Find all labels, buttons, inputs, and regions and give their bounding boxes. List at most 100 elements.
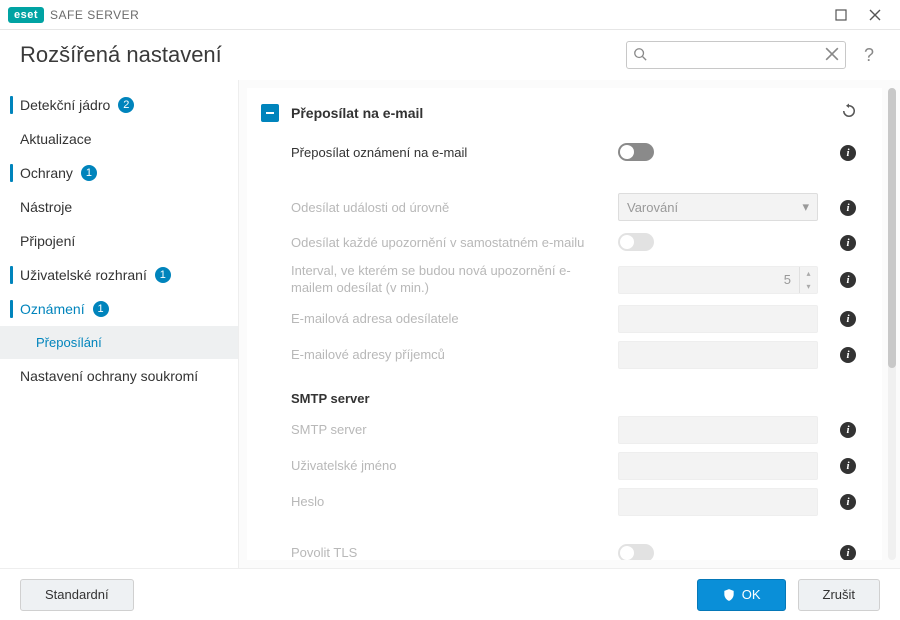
sidebar-item-notifications[interactable]: Oznámení 1: [0, 292, 238, 326]
window-close-button[interactable]: [858, 3, 892, 27]
info-button[interactable]: i: [838, 544, 858, 560]
subsection-smtp-title: SMTP server: [261, 373, 858, 412]
sidebar-item-label: Oznámení: [20, 301, 85, 317]
chevron-down-icon: ▾: [802, 199, 809, 215]
label-separate-emails: Odesílat každé upozornění v samostatném …: [291, 235, 608, 250]
select-value: Varování: [627, 200, 678, 215]
info-icon: i: [840, 235, 856, 251]
sidebar-item-updates[interactable]: Aktualizace: [0, 122, 238, 156]
sidebar-item-label: Detekční jádro: [20, 97, 110, 113]
toggle-tls[interactable]: [618, 544, 654, 560]
info-icon: i: [840, 200, 856, 216]
sidebar-item-label: Nástroje: [20, 199, 72, 215]
brand-badge: eset: [8, 7, 44, 23]
brand: eset SAFE SERVER: [8, 7, 139, 23]
ok-button[interactable]: OK: [697, 579, 786, 611]
footer: Standardní OK Zrušit: [0, 568, 900, 620]
collapse-button[interactable]: [261, 104, 279, 122]
help-button[interactable]: ?: [858, 45, 880, 66]
undo-button[interactable]: [840, 102, 858, 123]
input-smtp-pass[interactable]: [618, 488, 818, 516]
scrollbar-thumb[interactable]: [888, 88, 896, 368]
cancel-button[interactable]: Zrušit: [798, 579, 881, 611]
content-area: Přeposílat na e-mail Přeposílat oznámení…: [238, 80, 900, 568]
info-icon: i: [840, 422, 856, 438]
sidebar-item-forwarding[interactable]: Přeposílání: [0, 326, 238, 359]
row-smtp-user: Uživatelské jméno i: [261, 448, 858, 484]
label-smtp-server: SMTP server: [291, 422, 608, 437]
info-button[interactable]: i: [838, 346, 858, 363]
scrollbar[interactable]: [888, 88, 896, 560]
info-button[interactable]: i: [838, 199, 858, 216]
label-sender: E-mailová adresa odesílatele: [291, 311, 608, 326]
info-icon: i: [840, 272, 856, 288]
search-input[interactable]: [626, 41, 846, 69]
row-separate-emails: Odesílat každé upozornění v samostatném …: [261, 225, 858, 259]
spinner-down[interactable]: ▾: [800, 280, 817, 293]
row-smtp-server: SMTP server i: [261, 412, 858, 448]
search-icon: [633, 47, 647, 64]
spinner-up[interactable]: ▴: [800, 267, 817, 280]
row-sender: E-mailová adresa odesílatele i: [261, 301, 858, 337]
row-recipients: E-mailové adresy příjemců i: [261, 337, 858, 373]
sidebar-item-label: Připojení: [20, 233, 75, 249]
undo-icon: [840, 102, 858, 120]
badge: 1: [81, 165, 97, 181]
sidebar-item-privacy[interactable]: Nastavení ochrany soukromí: [0, 359, 238, 393]
shield-icon: [722, 588, 736, 602]
spinner-interval[interactable]: 5 ▴ ▾: [618, 266, 818, 294]
section-title: Přeposílat na e-mail: [291, 105, 828, 121]
brand-text: SAFE SERVER: [50, 8, 139, 22]
badge: 2: [118, 97, 134, 113]
info-button[interactable]: i: [838, 493, 858, 510]
input-smtp-server[interactable]: [618, 416, 818, 444]
label-min-level: Odesílat události od úrovně: [291, 200, 608, 215]
toggle-separate-emails[interactable]: [618, 233, 654, 251]
info-icon: i: [840, 545, 856, 560]
label-interval: Interval, ve kterém se budou nová upozor…: [291, 263, 608, 297]
default-button[interactable]: Standardní: [20, 579, 134, 611]
input-recipients[interactable]: [618, 341, 818, 369]
topbar: Rozšířená nastavení ?: [0, 30, 900, 80]
row-min-level: Odesílat události od úrovně Varování ▾ i: [261, 189, 858, 225]
sidebar-item-label: Uživatelské rozhraní: [20, 267, 147, 283]
label-smtp-user: Uživatelské jméno: [291, 458, 608, 473]
label-recipients: E-mailové adresy příjemců: [291, 347, 608, 362]
spinner-value: 5: [619, 272, 799, 287]
close-icon: [869, 9, 881, 21]
select-min-level[interactable]: Varování ▾: [618, 193, 818, 221]
info-button[interactable]: i: [838, 421, 858, 438]
info-button[interactable]: i: [838, 234, 858, 251]
sidebar-item-connection[interactable]: Připojení: [0, 224, 238, 258]
row-forward-notify: Přeposílat oznámení na e-mail i: [261, 135, 858, 169]
sidebar-item-detection-core[interactable]: Detekční jádro 2: [0, 88, 238, 122]
sidebar-item-tools[interactable]: Nástroje: [0, 190, 238, 224]
info-button[interactable]: i: [838, 457, 858, 474]
label-smtp-pass: Heslo: [291, 494, 608, 509]
sidebar: Detekční jádro 2 Aktualizace Ochrany 1 N…: [0, 80, 238, 568]
search-clear-button[interactable]: [825, 47, 839, 64]
badge: 1: [155, 267, 171, 283]
toggle-forward-notify[interactable]: [618, 143, 654, 161]
page-title: Rozšířená nastavení: [20, 42, 614, 68]
info-button[interactable]: i: [838, 310, 858, 327]
sidebar-item-label: Přeposílání: [36, 335, 102, 350]
sidebar-item-protections[interactable]: Ochrany 1: [0, 156, 238, 190]
titlebar: eset SAFE SERVER: [0, 0, 900, 30]
window-maximize-button[interactable]: [824, 3, 858, 27]
sidebar-item-label: Ochrany: [20, 165, 73, 181]
sidebar-item-ui[interactable]: Uživatelské rozhraní 1: [0, 258, 238, 292]
info-button[interactable]: i: [838, 271, 858, 288]
info-button[interactable]: i: [838, 144, 858, 161]
input-smtp-user[interactable]: [618, 452, 818, 480]
label-tls: Povolit TLS: [291, 545, 608, 560]
input-sender[interactable]: [618, 305, 818, 333]
info-icon: i: [840, 311, 856, 327]
x-icon: [825, 47, 839, 61]
badge: 1: [93, 301, 109, 317]
section-header: Přeposílat na e-mail: [261, 102, 858, 123]
info-icon: i: [840, 458, 856, 474]
info-icon: i: [840, 145, 856, 161]
row-interval: Interval, ve kterém se budou nová upozor…: [261, 259, 858, 301]
info-icon: i: [840, 494, 856, 510]
